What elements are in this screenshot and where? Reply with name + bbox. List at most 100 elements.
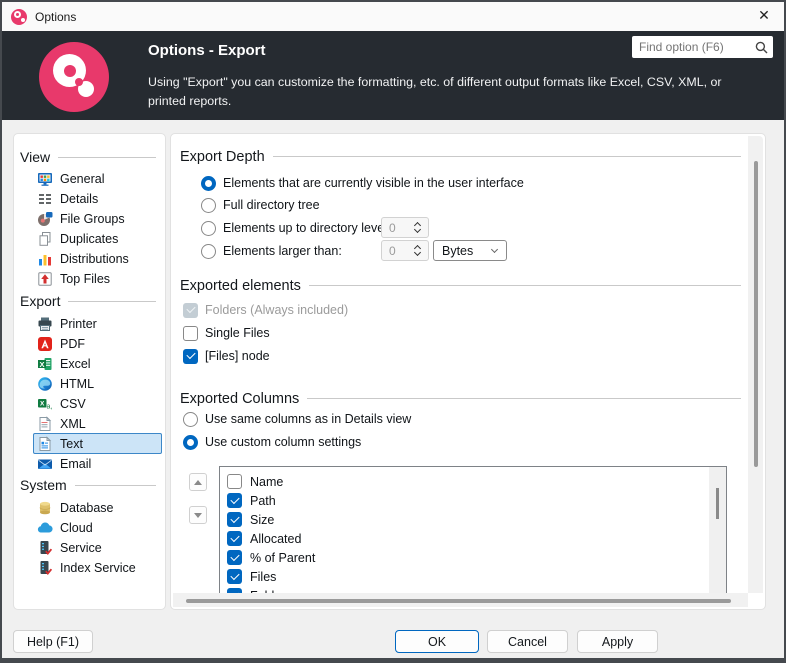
sidebar-item-index-service[interactable]: Index Service: [33, 557, 162, 578]
column-row-size[interactable]: Size: [227, 510, 274, 529]
sidebar-item-top-files[interactable]: Top Files: [33, 268, 162, 289]
title-bar[interactable]: Options: [2, 2, 784, 31]
checkbox-icon[interactable]: [227, 512, 242, 527]
sidebar-item-html[interactable]: HTML: [33, 373, 162, 394]
radio-icon[interactable]: [183, 435, 198, 450]
radio-icon[interactable]: [201, 176, 216, 191]
section-system: System: [20, 476, 156, 494]
vertical-scrollbar-thumb[interactable]: [754, 161, 758, 467]
sidebar-item-label: PDF: [60, 337, 85, 351]
sidebar-item-xml[interactable]: XML: [33, 413, 162, 434]
checkbox-icon[interactable]: [227, 569, 242, 584]
checkbox-icon[interactable]: [227, 531, 242, 546]
size-spinner[interactable]: 0: [381, 240, 429, 261]
ok-button[interactable]: OK: [395, 630, 479, 653]
settings-panel: Export Depth Elements that are currently…: [170, 133, 766, 610]
checkbox-folders: Folders (Always included): [183, 300, 348, 320]
sidebar-item-excel[interactable]: X Excel: [33, 353, 162, 374]
radio-custom-columns[interactable]: Use custom column settings: [183, 432, 361, 452]
sidebar-item-general[interactable]: General: [33, 168, 162, 189]
column-label: Path: [250, 494, 276, 508]
radio-icon[interactable]: [201, 244, 216, 259]
move-column-up-button[interactable]: [189, 473, 207, 491]
sidebar-item-database[interactable]: Database: [33, 497, 162, 518]
general-icon: [37, 171, 53, 187]
csv-icon: Xa,: [37, 396, 53, 412]
spinner-down-icon[interactable]: [414, 226, 421, 233]
close-icon[interactable]: ✕: [755, 6, 773, 24]
sidebar-item-label: Details: [60, 192, 98, 206]
search-input[interactable]: [632, 40, 755, 54]
radio-icon[interactable]: [183, 412, 198, 427]
radio-visible-elements[interactable]: Elements that are currently visible in t…: [201, 173, 524, 193]
find-option-search[interactable]: [632, 36, 773, 58]
cancel-button[interactable]: Cancel: [487, 630, 568, 653]
sidebar-item-cloud[interactable]: Cloud: [33, 517, 162, 538]
scrollbar-thumb[interactable]: [716, 488, 719, 519]
sidebar-item-label: Service: [60, 541, 102, 555]
checkbox-files-node[interactable]: [Files] node: [183, 346, 270, 366]
checkbox-label: Folders (Always included): [205, 303, 348, 317]
horizontal-scrollbar-thumb[interactable]: [186, 599, 731, 603]
sidebar-item-details[interactable]: Details: [33, 188, 162, 209]
directory-level-spinner[interactable]: 0: [381, 217, 429, 238]
sidebar-item-label: CSV: [60, 397, 86, 411]
radio-label: Elements up to directory level:: [223, 221, 390, 235]
section-export: Export: [20, 292, 156, 310]
checkbox-icon[interactable]: [227, 493, 242, 508]
sidebar-item-label: Distributions: [60, 252, 129, 266]
group-export-depth-title: Export Depth: [180, 149, 265, 165]
text-icon: [37, 436, 53, 452]
column-row-path[interactable]: Path: [227, 491, 276, 510]
checkbox-icon[interactable]: [183, 349, 198, 364]
move-column-down-button[interactable]: [189, 506, 207, 524]
details-icon: [37, 191, 53, 207]
sidebar-item-printer[interactable]: Printer: [33, 313, 162, 334]
section-system-label: System: [20, 477, 67, 493]
column-row-files[interactable]: Files: [227, 567, 276, 586]
top-files-icon: [37, 271, 53, 287]
header: Options - Export Using "Export" you can …: [2, 31, 784, 120]
radio-label: Elements larger than:: [223, 244, 342, 258]
spinner-value: 0: [389, 221, 396, 235]
sidebar-item-csv[interactable]: Xa, CSV: [33, 393, 162, 414]
checkbox-label: [Files] node: [205, 349, 270, 363]
apply-button[interactable]: Apply: [577, 630, 658, 653]
radio-icon[interactable]: [201, 198, 216, 213]
sidebar-item-text[interactable]: Text: [33, 433, 162, 454]
sidebar-item-distributions[interactable]: Distributions: [33, 248, 162, 269]
spinner-down-icon[interactable]: [414, 249, 421, 256]
sidebar-item-label: Excel: [60, 357, 91, 371]
section-view-label: View: [20, 149, 50, 165]
sidebar-item-label: XML: [60, 417, 86, 431]
checkbox-single-files[interactable]: Single Files: [183, 323, 270, 343]
excel-icon: X: [37, 356, 53, 372]
sidebar-item-service[interactable]: Service: [33, 537, 162, 558]
sidebar-item-file-groups[interactable]: File Groups: [33, 208, 162, 229]
sidebar-item-duplicates[interactable]: Duplicates: [33, 228, 162, 249]
search-icon: [755, 41, 768, 54]
checkbox-icon[interactable]: [183, 326, 198, 341]
sidebar-item-pdf[interactable]: PDF: [33, 333, 162, 354]
file-groups-icon: [37, 211, 53, 227]
column-label: Files: [250, 570, 276, 584]
radio-elements-larger-than[interactable]: Elements larger than:: [201, 241, 342, 261]
columns-list-scrollbar[interactable]: [709, 467, 726, 593]
column-row-percent-of-parent[interactable]: % of Parent: [227, 548, 315, 567]
cloud-icon: [37, 520, 53, 536]
checkbox-icon[interactable]: [227, 550, 242, 565]
column-row-allocated[interactable]: Allocated: [227, 529, 301, 548]
pdf-icon: [37, 336, 53, 352]
window-title: Options: [35, 10, 76, 24]
column-row-name[interactable]: Name: [227, 472, 283, 491]
radio-same-columns[interactable]: Use same columns as in Details view: [183, 409, 411, 429]
radio-icon[interactable]: [201, 221, 216, 236]
help-button[interactable]: Help (F1): [13, 630, 93, 653]
columns-list: Name Path Size Allocated % of Parent Fil…: [219, 466, 727, 594]
checkbox-icon[interactable]: [227, 474, 242, 489]
size-unit-dropdown[interactable]: Bytes: [433, 240, 507, 261]
sidebar-item-email[interactable]: Email: [33, 453, 162, 474]
divider: [75, 485, 156, 486]
radio-full-directory-tree[interactable]: Full directory tree: [201, 195, 320, 215]
radio-elements-up-to-level[interactable]: Elements up to directory level:: [201, 218, 390, 238]
